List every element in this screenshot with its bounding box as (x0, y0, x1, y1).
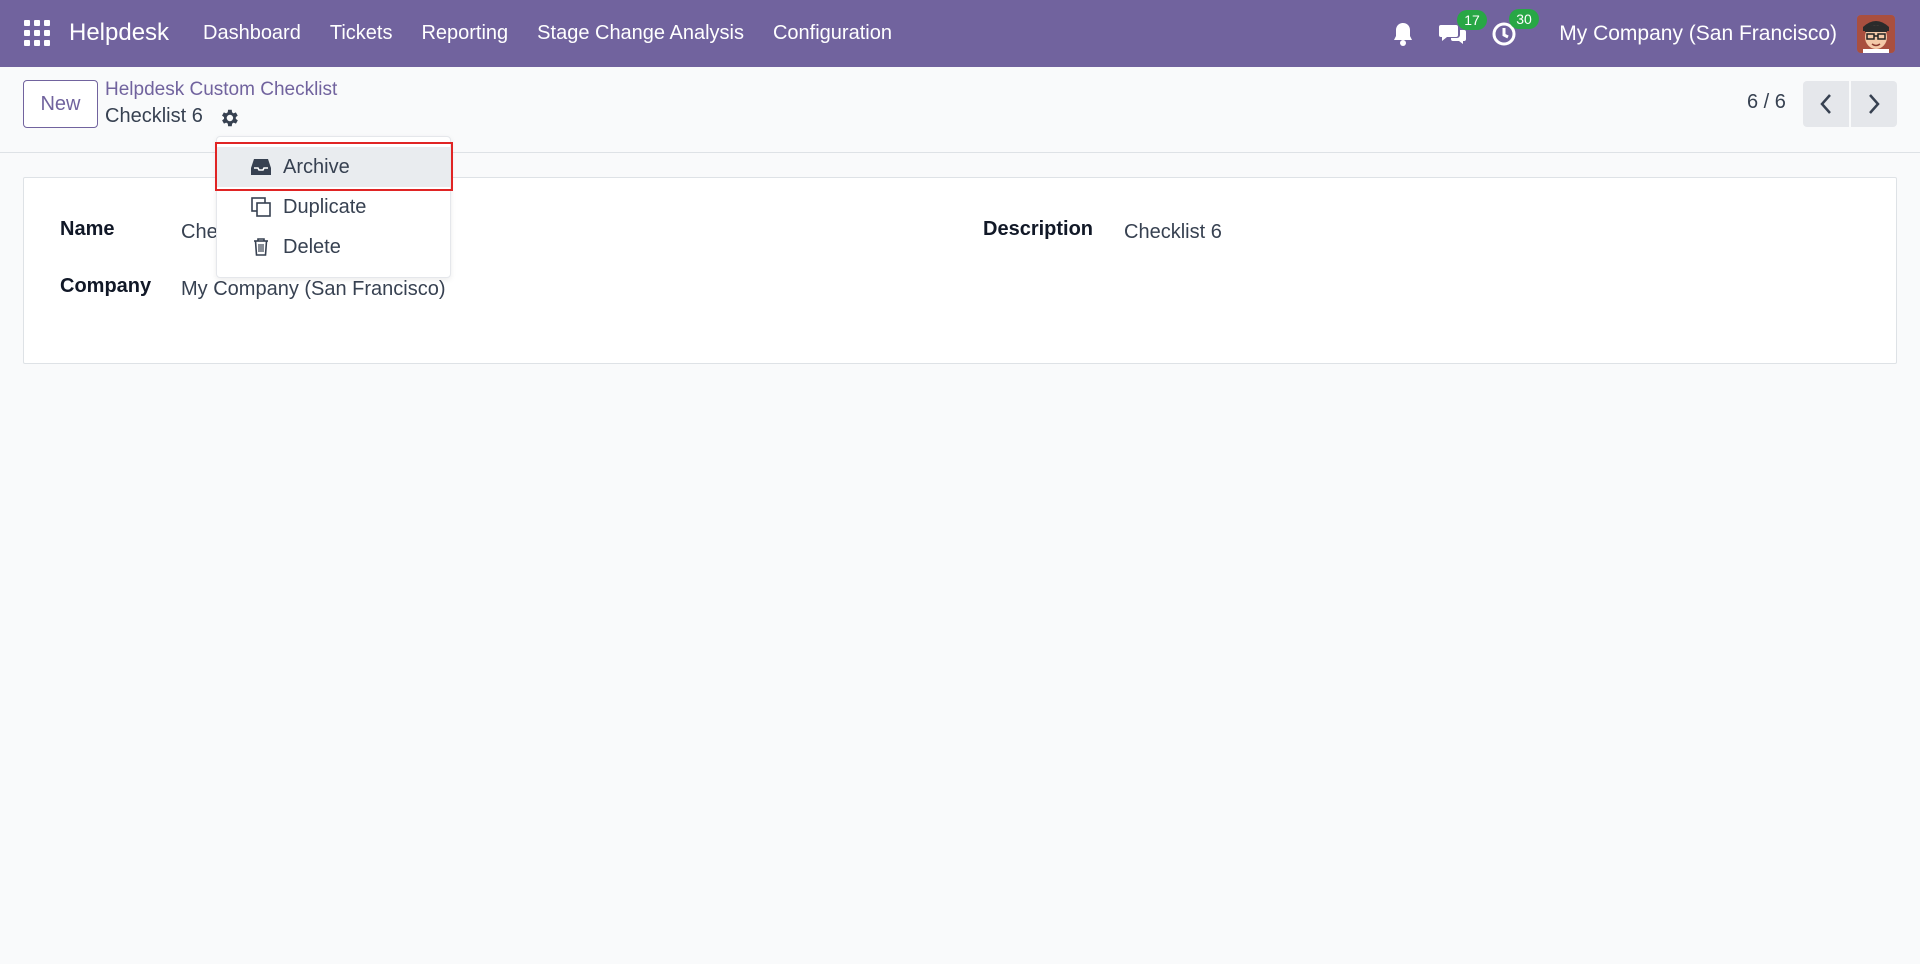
description-field[interactable]: Checklist 6 (1124, 221, 1222, 244)
menu-stage-change-analysis[interactable]: Stage Change Analysis (537, 22, 744, 45)
bell-icon (1394, 22, 1413, 46)
chevron-left-icon (1820, 94, 1831, 114)
activities-button[interactable]: 30 (1491, 8, 1539, 47)
delete-label: Delete (283, 235, 341, 258)
menu-dashboard[interactable]: Dashboard (203, 22, 301, 45)
menu-reporting[interactable]: Reporting (421, 22, 508, 45)
pager-previous-button[interactable] (1803, 81, 1849, 127)
archive-label: Archive (283, 155, 350, 178)
description-label: Description (983, 218, 1094, 240)
pager-next-button[interactable] (1851, 81, 1897, 127)
actions-dropdown-menu: Archive Duplicate Delete (216, 136, 451, 278)
pager-value[interactable]: 6 / 6 (1747, 91, 1786, 114)
duplicate-label: Duplicate (283, 195, 367, 218)
apps-menu-icon[interactable] (24, 20, 50, 46)
duplicate-icon (249, 195, 273, 219)
breadcrumb-current: Checklist 6 (105, 105, 203, 127)
name-label: Name (60, 218, 115, 240)
app-brand[interactable]: Helpdesk (69, 19, 169, 47)
navbar-systray: 17 30 My Company (San Francisco) (1391, 0, 1920, 67)
duplicate-menu-item[interactable]: Duplicate (217, 187, 450, 227)
menu-tickets[interactable]: Tickets (330, 22, 393, 45)
trash-icon (249, 235, 273, 259)
company-field[interactable]: My Company (San Francisco) (181, 278, 446, 301)
messages-badge: 17 (1457, 9, 1487, 30)
company-label: Company (60, 275, 152, 297)
notifications-button[interactable] (1391, 21, 1415, 47)
gear-icon (222, 109, 238, 127)
delete-menu-item[interactable]: Delete (217, 227, 450, 267)
archive-icon (249, 155, 273, 179)
main-menu: Dashboard Tickets Reporting Stage Change… (203, 0, 921, 67)
archive-menu-item[interactable]: Archive (217, 147, 450, 187)
activities-badge: 30 (1509, 8, 1539, 29)
top-navbar: Helpdesk Dashboard Tickets Reporting Sta… (0, 0, 1920, 67)
user-avatar[interactable] (1857, 14, 1895, 53)
breadcrumb-parent-link[interactable]: Helpdesk Custom Checklist (105, 79, 337, 101)
actions-gear-button[interactable] (218, 107, 240, 129)
name-field[interactable]: Che (181, 221, 218, 244)
company-switcher[interactable]: My Company (San Francisco) (1559, 22, 1837, 46)
avatar-face-icon (1857, 14, 1895, 53)
messages-button[interactable]: 17 (1439, 9, 1487, 46)
menu-configuration[interactable]: Configuration (773, 22, 892, 45)
new-button[interactable]: New (23, 80, 98, 128)
chevron-right-icon (1869, 94, 1880, 114)
